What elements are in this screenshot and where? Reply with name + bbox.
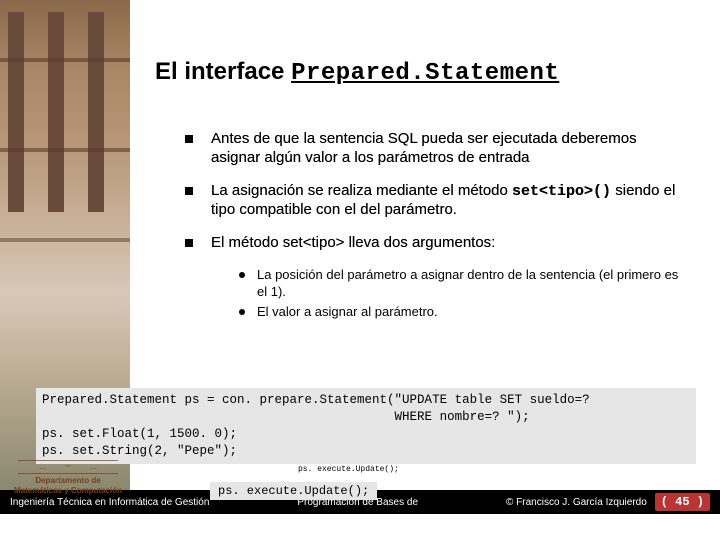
page-number: ( 45 ) (655, 493, 710, 511)
code-exec: ps. execute.Update(); (210, 482, 377, 500)
bullet-list: Antes de que la sentencia SQL pueda ser … (185, 130, 685, 323)
footer-right: © Francisco J. García Izquierdo ( 45 ) (496, 493, 720, 511)
bullet-item: Antes de que la sentencia SQL pueda ser … (185, 130, 685, 168)
footer-left: Ingeniería Técnica en Informática de Ges… (0, 497, 219, 508)
dept-line1: Departamento de (8, 476, 128, 486)
sub-bullet-item: La posición del parámetro a asignar dent… (239, 267, 685, 301)
sub-bullet-text: La posición del parámetro a asignar dent… (257, 267, 685, 301)
sub-bullet-list: La posición del parámetro a asignar dent… (239, 267, 685, 321)
square-bullet-icon (185, 239, 193, 247)
title-prefix: El interface (155, 58, 291, 85)
code-block: Prepared.Statement ps = con. prepare.Sta… (36, 388, 696, 464)
disc-bullet-icon (239, 309, 245, 315)
title-code: Prepared.Statement (291, 60, 559, 87)
footer-copyright: © Francisco J. García Izquierdo (506, 497, 647, 508)
bullet-text: Antes de que la sentencia SQL pueda ser … (211, 130, 685, 168)
sub-bullet-text: El valor a asignar al parámetro. (257, 304, 438, 321)
bullet-item: La asignación se realiza mediante el mét… (185, 182, 685, 221)
code-small: ps. execute.Update(); (298, 465, 399, 474)
inline-code: set<tipo>() (512, 183, 611, 200)
department-logo: Departamento de Matemáticas y Computació… (8, 460, 128, 495)
slide-title: El interface Prepared.Statement (155, 58, 559, 87)
square-bullet-icon (185, 135, 193, 143)
square-bullet-icon (185, 187, 193, 195)
dept-line2: Matemáticas y Computación (8, 486, 128, 496)
slide-content: El interface Prepared.Statement Antes de… (0, 0, 720, 490)
bottom-strip (0, 514, 720, 540)
bullet-text: El método set<tipo> lleva dos argumentos… (211, 234, 495, 253)
bullet-text: La asignación se realiza mediante el mét… (211, 182, 685, 221)
sub-bullet-item: El valor a asignar al parámetro. (239, 304, 685, 321)
bullet-item: El método set<tipo> lleva dos argumentos… (185, 234, 685, 253)
disc-bullet-icon (239, 272, 245, 278)
